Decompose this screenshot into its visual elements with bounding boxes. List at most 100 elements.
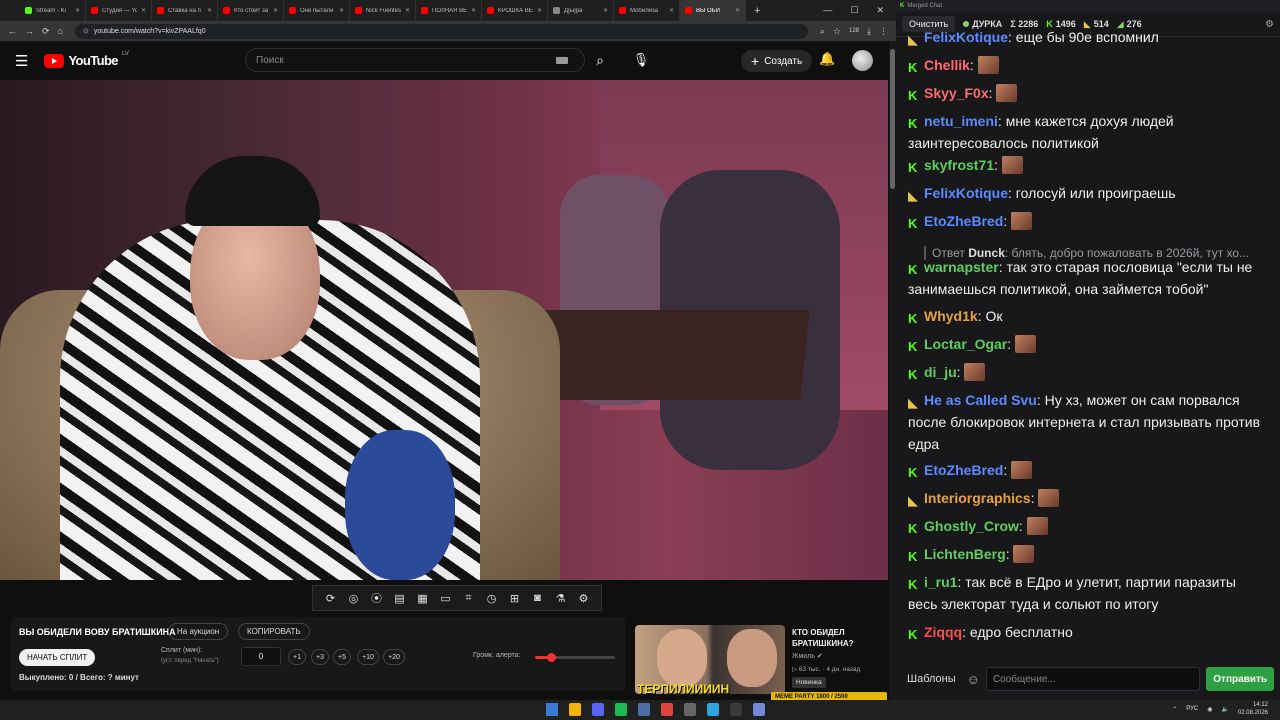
new-tab-button[interactable]: + xyxy=(746,5,768,17)
taskbar-app-icon[interactable] xyxy=(684,703,696,716)
frame-icon[interactable]: ▭ xyxy=(436,589,455,607)
tab-4[interactable]: Они пытали ✕ xyxy=(284,0,350,21)
tray-arrow-icon[interactable]: ⌃ xyxy=(1172,706,1177,713)
tab-7[interactable]: КРОШКА ВЕ ✕ xyxy=(482,0,548,21)
repeat-icon[interactable]: ⟳ xyxy=(321,589,340,607)
tab-1[interactable]: Студия — Yo ✕ xyxy=(86,0,152,21)
taskbar-app-icon[interactable] xyxy=(753,703,765,716)
chat-nick[interactable]: Ghostly_Crow xyxy=(924,518,1019,534)
to-auction-button[interactable]: На аукцион xyxy=(168,623,229,640)
download-icon[interactable]: ⤓ xyxy=(867,26,871,37)
home-icon[interactable]: ⌂ xyxy=(58,26,63,36)
tab-close-icon[interactable]: ✕ xyxy=(603,7,608,14)
slate-icon[interactable]: ▦ xyxy=(413,589,432,607)
chat-nick[interactable]: di_ju xyxy=(924,364,957,380)
taskbar-app-icon[interactable] xyxy=(730,703,742,716)
page-scrollbar[interactable] xyxy=(889,41,896,700)
zoom-icon[interactable]: ⌕ xyxy=(820,26,825,37)
volume-icon[interactable]: 🔈 xyxy=(1221,706,1228,713)
chat-nick[interactable]: FelixKotique xyxy=(924,29,1008,45)
lab-icon[interactable]: ⚗ xyxy=(551,589,570,607)
chat-nick[interactable]: skyfrost71 xyxy=(924,157,994,173)
tab-close-icon[interactable]: ✕ xyxy=(273,7,278,14)
clock[interactable]: 14:12 02.08.2026 xyxy=(1238,701,1268,717)
tab-close-icon[interactable]: ✕ xyxy=(405,7,410,14)
increment-button[interactable]: +20 xyxy=(383,649,405,665)
broadcast-icon[interactable]: ◎ xyxy=(344,589,363,607)
send-button[interactable]: Отправить xyxy=(1206,667,1274,691)
recommended-title[interactable]: КТО ОБИДЕЛ БРАТИШКИНА? xyxy=(792,627,892,649)
close-icon[interactable]: ✕ xyxy=(876,5,884,16)
taskbar-app-icon[interactable] xyxy=(569,703,581,716)
chat-nick[interactable]: Loctar_Ogar xyxy=(924,336,1007,352)
chat-nick[interactable]: Interiorgraphics xyxy=(924,490,1031,506)
language-indicator[interactable]: РУС xyxy=(1186,706,1198,712)
tab-3[interactable]: Кто стоит за ✕ xyxy=(218,0,284,21)
clip-icon[interactable]: ▤ xyxy=(390,589,409,607)
chat-nick[interactable]: FelixKotique xyxy=(924,185,1008,201)
alert-volume-slider[interactable] xyxy=(535,653,615,662)
search-button[interactable]: ⌕ xyxy=(587,48,613,72)
recommended-thumbnail[interactable]: ТЕРПИЛИИИИН xyxy=(635,625,785,694)
speed-icon[interactable]: ◷ xyxy=(482,589,501,607)
tab-9[interactable]: Мобилиза ✕ xyxy=(614,0,680,21)
tab-0[interactable]: Stream - Ki ✕ xyxy=(20,0,86,21)
chat-nick[interactable]: He as Called Svu xyxy=(924,392,1037,408)
add-icon[interactable]: ⊞ xyxy=(505,589,524,607)
emoji-icon[interactable]: ☺ xyxy=(967,672,980,687)
hamburger-icon[interactable]: ☰ xyxy=(15,52,28,70)
taskbar-app-icon[interactable] xyxy=(661,703,673,716)
network-icon[interactable]: ◉ xyxy=(1207,706,1212,713)
chat-nick[interactable]: LichtenBerg xyxy=(924,546,1006,562)
menu-icon[interactable]: ⋮ xyxy=(879,26,888,37)
tab-close-icon[interactable]: ✕ xyxy=(735,7,740,14)
chat-nick[interactable]: EtoZheBred xyxy=(924,462,1003,478)
taskbar-app-icon[interactable] xyxy=(592,703,604,716)
increment-button[interactable]: +5 xyxy=(333,649,351,665)
tab-close-icon[interactable]: ✕ xyxy=(471,7,476,14)
video-player[interactable] xyxy=(0,80,888,580)
start-split-button[interactable]: НАЧАТЬ СПЛИТ xyxy=(19,649,96,666)
chat-nick[interactable]: Whyd1k xyxy=(924,308,978,324)
star-icon[interactable]: ☆ xyxy=(833,26,841,37)
chat-nick[interactable]: warnapster xyxy=(924,259,999,275)
chat-input[interactable]: Сообщение... xyxy=(985,667,1201,691)
tab-close-icon[interactable]: ✕ xyxy=(669,7,674,14)
minimize-icon[interactable]: — xyxy=(823,5,832,16)
chat-nick[interactable]: netu_imeni xyxy=(924,113,998,129)
crop-icon[interactable]: ⌗ xyxy=(459,589,478,607)
volume-handle[interactable] xyxy=(547,653,556,662)
tab-close-icon[interactable]: ✕ xyxy=(537,7,542,14)
avatar[interactable] xyxy=(852,50,873,71)
chat-nick[interactable]: i_ru1 xyxy=(924,574,957,590)
increment-button[interactable]: +1 xyxy=(288,649,306,665)
keyboard-icon[interactable] xyxy=(556,57,568,64)
recommended-video[interactable]: ТЕРПИЛИИИИН КТО ОБИДЕЛ БРАТИШКИНА? Жмиль… xyxy=(635,625,892,702)
tab-6[interactable]: ПОЛНАЯ ВЕ ✕ xyxy=(416,0,482,21)
increment-button[interactable]: +3 xyxy=(311,649,329,665)
youtube-logo[interactable]: YouTube LV xyxy=(44,51,129,68)
back-icon[interactable]: ← xyxy=(8,26,17,36)
notifications-bell-icon[interactable]: 🔔 xyxy=(819,51,835,67)
tab-close-icon[interactable]: ✕ xyxy=(207,7,212,14)
taskbar-app-icon[interactable] xyxy=(615,703,627,716)
chat-nick[interactable]: Ziqqq xyxy=(924,624,962,640)
taskbar-app-icon[interactable] xyxy=(546,703,558,716)
voice-search-button[interactable]: 🎙 xyxy=(628,48,654,72)
maximize-icon[interactable]: ☐ xyxy=(850,5,858,16)
taskbar-app-icon[interactable] xyxy=(707,703,719,716)
templates-button[interactable]: Шаблоны xyxy=(902,673,961,685)
chat-nick[interactable]: Skyy_F0x xyxy=(924,85,989,101)
reload-icon[interactable]: ⟳ xyxy=(42,26,50,37)
scrollbar-thumb[interactable] xyxy=(890,49,895,189)
screenshot-icon[interactable]: ◙ xyxy=(528,589,547,607)
tab-2[interactable]: Ставка на п ✕ xyxy=(152,0,218,21)
recommended-channel[interactable]: Жмиль ✔ xyxy=(792,652,823,660)
chat-nick[interactable]: Chellik xyxy=(924,57,970,73)
search-input[interactable]: Поиск xyxy=(245,48,585,72)
tab-close-icon[interactable]: ✕ xyxy=(75,7,80,14)
taskbar-app-icon[interactable] xyxy=(638,703,650,716)
tab-8[interactable]: Д[ы]ра ✕ xyxy=(548,0,614,21)
copy-button[interactable]: КОПИРОВАТЬ xyxy=(238,623,310,640)
extension-badge[interactable]: 128 xyxy=(849,28,859,34)
